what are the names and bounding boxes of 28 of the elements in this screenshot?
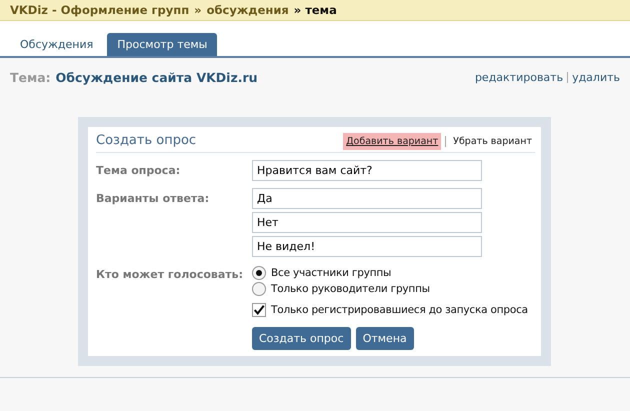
topic-label: Тема: bbox=[10, 70, 51, 84]
tab[interactable]: Просмотр темы bbox=[107, 33, 218, 56]
radio-label: Все участники группы bbox=[271, 267, 392, 279]
input-field[interactable]: Нравится вам сайт? bbox=[252, 160, 482, 181]
field-label: Кто может голосовать: bbox=[96, 267, 244, 283]
breadcrumb-separator: » bbox=[194, 3, 202, 17]
radio-button[interactable] bbox=[252, 266, 266, 280]
checkbox-label: Только регистрировавшиеся до запуска опроса bbox=[271, 304, 528, 316]
dialog-title: Создать опрос bbox=[96, 133, 196, 150]
input-field[interactable]: Да bbox=[252, 188, 482, 209]
breadcrumb-link[interactable]: обсуждения bbox=[206, 3, 289, 17]
option-link[interactable]: Убрать вариант bbox=[450, 133, 535, 150]
action-link[interactable]: удалить bbox=[572, 70, 620, 84]
radio-button[interactable] bbox=[252, 282, 266, 296]
topic-title: Обсуждение сайта VKDiz.ru bbox=[56, 70, 258, 84]
field-label: Варианты ответа: bbox=[96, 191, 210, 207]
radio-label: Только руководители группы bbox=[271, 283, 430, 295]
breadcrumb-current: » тема bbox=[294, 3, 337, 17]
tab[interactable]: Обсуждения bbox=[10, 33, 104, 56]
checkbox[interactable] bbox=[252, 303, 266, 317]
cancel-button[interactable]: Отмена bbox=[356, 327, 414, 350]
option-link[interactable]: Добавить вариант bbox=[343, 133, 442, 150]
action-link[interactable]: редактировать bbox=[474, 70, 564, 84]
create-poll-button[interactable]: Создать опрос bbox=[252, 327, 351, 350]
field-label: Тема опроса: bbox=[96, 163, 182, 179]
breadcrumb-link[interactable]: VKDiz - Оформление групп bbox=[10, 3, 190, 17]
input-field[interactable]: Нет bbox=[252, 212, 482, 233]
input-field[interactable]: Не видел! bbox=[252, 236, 482, 257]
